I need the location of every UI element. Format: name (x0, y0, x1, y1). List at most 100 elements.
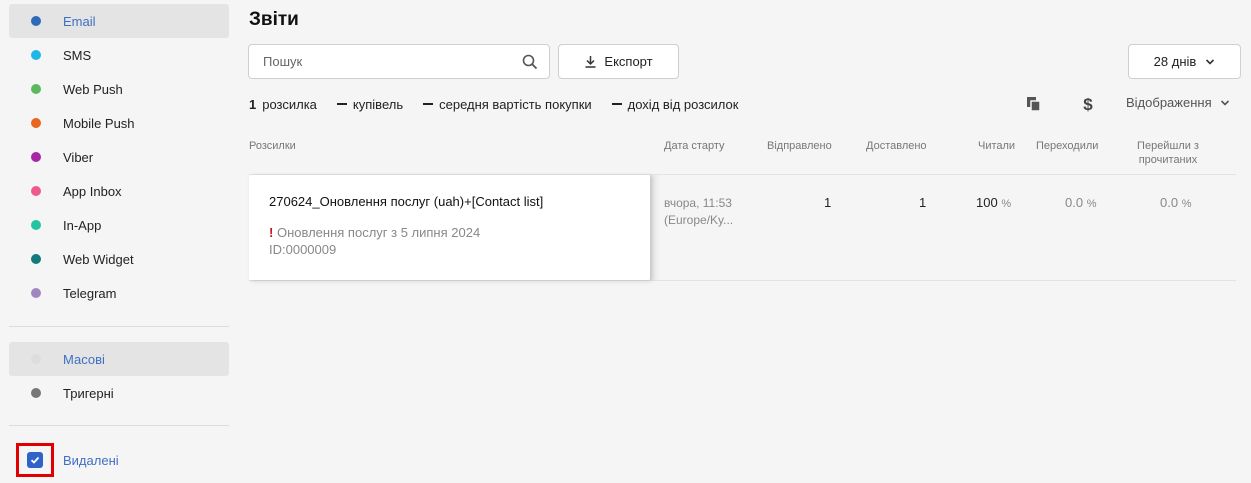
dash-icon (336, 103, 347, 105)
sidebar-item-in-app[interactable]: In-App (9, 208, 229, 242)
dollar-icon[interactable]: $ (1079, 95, 1097, 113)
sidebar-item-label: Mobile Push (63, 115, 135, 131)
sms-color-dot (31, 50, 41, 60)
export-label: Експорт (604, 54, 653, 69)
sidebar-item-label: In-App (63, 217, 102, 233)
revenue-label: дохід від розсилок (627, 96, 739, 112)
column-header-clicked-read[interactable]: Перейшли з прочитаних (1128, 139, 1208, 167)
purchases-label: купівель (352, 96, 404, 112)
card-shadow (650, 175, 660, 280)
clicked-value: 0.0 (1065, 195, 1084, 210)
mass-color-dot (31, 354, 41, 364)
start-date-time: вчора, 11:53 (664, 196, 732, 210)
web-widget-color-dot (31, 254, 41, 264)
highlight-frame (16, 443, 54, 477)
sidebar-item-app-inbox[interactable]: App Inbox (9, 174, 229, 208)
page-title: Звіти (249, 9, 299, 30)
metric-avg-purchase: середня вартість покупки (423, 97, 592, 112)
download-icon (585, 56, 596, 68)
read-value: 100 (976, 195, 998, 210)
email-color-dot (31, 16, 41, 26)
sidebar-item-label: Масові (63, 351, 105, 367)
search-icon[interactable] (522, 54, 538, 70)
period-select[interactable]: 28 днів (1128, 44, 1241, 79)
trigger-color-dot (31, 388, 41, 398)
checkmark-icon (30, 456, 40, 464)
start-date-cell: вчора, 11:53 (Europe/Ky... (664, 195, 733, 229)
sidebar: Email SMS Web Push Mobile Push Viber App… (0, 0, 238, 483)
sidebar-item-label: App Inbox (63, 183, 122, 199)
mailing-subject: ! Оновлення послуг з 5 липня 2024 (269, 225, 480, 240)
sidebar-divider (9, 326, 229, 327)
column-header-delivered[interactable]: Доставлено (866, 139, 927, 153)
sidebar-item-telegram[interactable]: Telegram (9, 276, 229, 310)
sent-cell: 1 (824, 195, 832, 210)
copy-icon[interactable] (1025, 95, 1043, 113)
sidebar-item-web-push[interactable]: Web Push (9, 72, 229, 106)
search-input[interactable] (249, 45, 522, 78)
sidebar-item-label: Telegram (63, 285, 117, 301)
read-cell: 100 % (976, 195, 1011, 210)
clicked-read-value: 0.0 (1160, 195, 1179, 210)
subject-text: Оновлення послуг з 5 липня 2024 (276, 225, 481, 240)
deleted-label: Видалені (63, 452, 119, 468)
web-push-color-dot (31, 84, 41, 94)
column-header-mailings[interactable]: Розсилки (249, 139, 296, 153)
dash-icon (423, 103, 434, 105)
metric-mailings: 1 розсилка (249, 97, 317, 112)
in-app-color-dot (31, 220, 41, 230)
metric-purchases: купівель (336, 96, 404, 112)
avg-purchase-label: середня вартість покупки (439, 96, 592, 112)
view-dropdown[interactable]: Відображення (1126, 95, 1230, 110)
mailing-id: ID:0000009 (269, 242, 337, 257)
sidebar-item-label: Email (63, 13, 96, 29)
delivered-cell: 1 (919, 195, 927, 210)
dash-icon (611, 103, 622, 105)
sidebar-item-label: Тригерні (63, 385, 114, 401)
search-box (248, 44, 550, 79)
header-line-2: прочитаних (1138, 154, 1198, 166)
mailings-label: розсилка (262, 96, 317, 112)
sidebar-item-label: SMS (63, 47, 92, 63)
mobile-push-color-dot (31, 118, 41, 128)
telegram-color-dot (31, 288, 41, 298)
row-divider (249, 280, 1236, 281)
sidebar-item-mass[interactable]: Масові (9, 342, 229, 376)
export-button[interactable]: Експорт (558, 44, 679, 79)
start-date-timezone: (Europe/Ky... (664, 213, 734, 227)
clicked-unit: % (1086, 198, 1097, 210)
period-label: 28 днів (1153, 54, 1197, 69)
mailing-card[interactable]: 270624_Оновлення послуг (uah)+[Contact l… (249, 175, 650, 280)
sidebar-item-email[interactable]: Email (9, 4, 229, 38)
clicked-cell: 0.0 % (1065, 195, 1096, 210)
column-header-sent[interactable]: Відправлено (767, 139, 832, 153)
clicked-read-unit: % (1181, 198, 1192, 210)
sidebar-item-trigger[interactable]: Тригерні (9, 376, 229, 410)
column-header-start-date[interactable]: Дата старту (664, 139, 724, 153)
sidebar-item-viber[interactable]: Viber (9, 140, 229, 174)
mailing-name: 270624_Оновлення послуг (uah)+[Contact l… (269, 194, 544, 209)
sidebar-item-label: Web Push (63, 81, 123, 97)
view-label: Відображення (1126, 95, 1212, 110)
chevron-down-icon (1220, 99, 1229, 106)
app-inbox-color-dot (31, 186, 41, 196)
deleted-checkbox[interactable] (27, 452, 43, 468)
deleted-filter: Видалені (16, 443, 238, 477)
sidebar-item-web-widget[interactable]: Web Widget (9, 242, 229, 276)
sidebar-item-label: Viber (63, 149, 94, 165)
currency-symbol: $ (1083, 95, 1093, 113)
column-header-clicked[interactable]: Переходили (1036, 139, 1098, 153)
read-unit: % (1001, 198, 1012, 210)
column-header-read[interactable]: Читали (978, 139, 1015, 153)
sidebar-divider (9, 425, 229, 426)
summary-metrics: 1 розсилка купівель середня вартість пок… (249, 95, 758, 113)
sidebar-item-label: Web Widget (63, 251, 134, 267)
metric-revenue: дохід від розсилок (611, 96, 739, 112)
clicked-read-cell: 0.0 % (1160, 195, 1191, 210)
sidebar-item-sms[interactable]: SMS (9, 38, 229, 72)
chevron-down-icon (1206, 58, 1215, 65)
mailings-count: 1 (249, 96, 257, 112)
sidebar-item-mobile-push[interactable]: Mobile Push (9, 106, 229, 140)
header-line-1: Перейшли з (1137, 140, 1199, 152)
priority-icon: ! (269, 225, 274, 240)
